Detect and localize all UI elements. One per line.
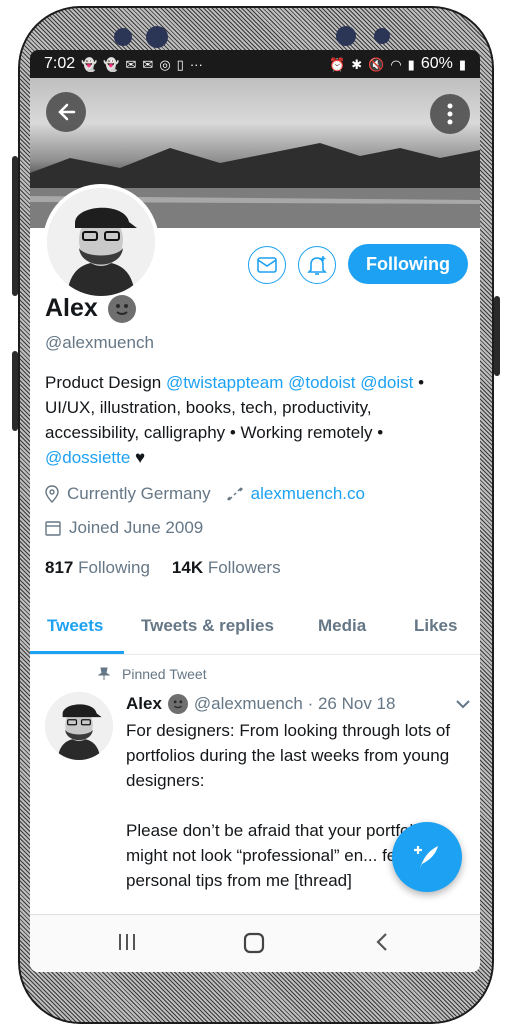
- location-pin-icon: [45, 485, 59, 503]
- smiley-emoji-icon: [107, 294, 136, 323]
- gmail-icon: ✉: [142, 56, 154, 72]
- location-text: Currently Germany: [67, 484, 211, 503]
- battery-level: 60%: [420, 55, 453, 72]
- volume-button: [12, 156, 18, 296]
- home-icon: [243, 932, 265, 954]
- joined-row: Joined June 2009: [45, 518, 203, 538]
- website-link[interactable]: alexmuench.co: [251, 484, 365, 504]
- android-nav-bar: [30, 914, 480, 972]
- tweet-handle-date: @alexmuench · 26 Nov 18: [193, 694, 396, 713]
- profile-tabs: Tweets Tweets & replies Media Likes: [30, 598, 480, 655]
- back-nav-button[interactable]: [372, 931, 392, 953]
- compose-tweet-button[interactable]: [392, 822, 462, 892]
- profile-avatar[interactable]: [43, 184, 159, 300]
- status-bar: 7:02 👻 👻 ✉ ✉ ◎ ▯ ··· ⏰ ✱ 🔇 ◠ ▮ 60% ▮: [30, 50, 480, 78]
- snapchat-icon: 👻: [103, 56, 120, 72]
- link-icon: [226, 487, 243, 501]
- profile-name: Alex: [45, 294, 98, 322]
- tab-likes[interactable]: Likes: [414, 616, 457, 636]
- followers-label: Followers: [207, 558, 281, 577]
- avatar-portrait: [45, 692, 113, 760]
- smiley-emoji-icon: [167, 694, 188, 714]
- following-button[interactable]: Following: [348, 244, 468, 284]
- mention-link[interactable]: @doist: [360, 373, 413, 392]
- bluetooth-icon: ✱: [351, 56, 363, 72]
- chevron-down-icon[interactable]: [456, 699, 470, 709]
- back-button[interactable]: [46, 92, 86, 132]
- power-button: [494, 296, 500, 376]
- tweet-author: Alex: [126, 694, 162, 713]
- mention-link[interactable]: @dossiette: [45, 448, 130, 467]
- mute-icon: 🔇: [368, 56, 385, 72]
- gmail-icon: ✉: [125, 56, 137, 72]
- following-label: Following: [78, 558, 150, 577]
- profile-name-row: Alex: [45, 294, 136, 323]
- avatar-portrait: [47, 188, 155, 296]
- tab-media[interactable]: Media: [318, 616, 366, 636]
- message-button[interactable]: [248, 246, 286, 284]
- joined-text: Joined June 2009: [69, 518, 204, 537]
- heart-icon: ♥: [135, 448, 146, 467]
- front-camera: [146, 26, 168, 48]
- battery-icon: ▮: [458, 56, 466, 72]
- tweet-avatar[interactable]: [45, 692, 113, 760]
- tab-tweets-replies[interactable]: Tweets & replies: [141, 616, 274, 636]
- bixby-button: [12, 351, 18, 431]
- more-notifications-icon: ···: [189, 56, 203, 72]
- signal-icon: ▮: [407, 56, 415, 72]
- instagram-icon: ◎: [159, 56, 171, 72]
- app-screen: 7:02 👻 👻 ✉ ✉ ◎ ▯ ··· ⏰ ✱ 🔇 ◠ ▮ 60% ▮ Fol…: [30, 50, 480, 972]
- pinned-tweet-label: Pinned Tweet: [98, 666, 207, 682]
- vertical-dots-icon: [447, 103, 453, 125]
- notifications-button[interactable]: [298, 246, 336, 284]
- active-tab-indicator: [30, 651, 124, 654]
- tab-tweets[interactable]: Tweets: [47, 616, 103, 636]
- following-count: 817: [45, 558, 74, 577]
- followers-count: 14K: [171, 558, 204, 577]
- proximity-sensor: [374, 28, 390, 44]
- follow-counts: 817 Following 14K Followers: [45, 558, 281, 578]
- more-options-button[interactable]: [430, 94, 470, 134]
- recent-apps-icon: [119, 934, 135, 950]
- bell-plus-icon: [307, 256, 327, 275]
- arrow-left-icon: [58, 103, 76, 121]
- feather-plus-icon: [414, 846, 438, 868]
- followers-count-link[interactable]: 14K Followers: [172, 558, 281, 578]
- snapchat-icon: 👻: [81, 56, 98, 72]
- front-sensor: [114, 28, 132, 46]
- home-button[interactable]: [242, 931, 266, 955]
- following-count-link[interactable]: 817 Following: [45, 558, 150, 578]
- mail-icon: [257, 257, 277, 273]
- recent-apps-button[interactable]: [116, 931, 138, 953]
- alarm-icon: ⏰: [329, 56, 346, 72]
- location-row: Currently Germany alexmuench.co: [45, 484, 365, 504]
- cup-icon: ▯: [176, 56, 184, 72]
- mention-link[interactable]: @todoist: [288, 373, 355, 392]
- pin-icon: [98, 667, 110, 680]
- profile-bio: Product Design @twistappteam @todoist @d…: [45, 370, 465, 470]
- pinned-text: Pinned Tweet: [122, 666, 207, 682]
- bio-text: Product Design: [45, 373, 166, 392]
- tweet-header: Alex @alexmuench · 26 Nov 18: [126, 694, 470, 714]
- back-chevron-icon: [376, 933, 387, 951]
- profile-handle: @alexmuench: [45, 333, 154, 352]
- mention-link[interactable]: @twistappteam: [166, 373, 283, 392]
- wifi-icon: ◠: [390, 56, 402, 72]
- iris-sensor: [336, 26, 356, 46]
- clock: 7:02: [44, 55, 76, 72]
- calendar-icon: [45, 521, 61, 536]
